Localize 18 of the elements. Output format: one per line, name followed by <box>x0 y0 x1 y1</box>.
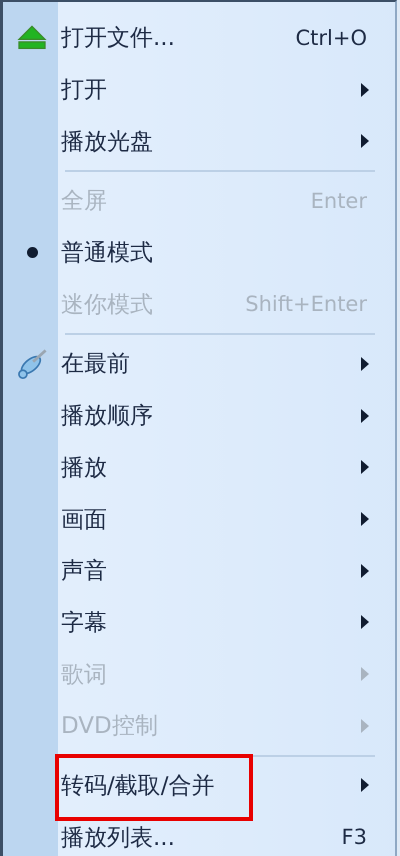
menu-item[interactable]: 播放 <box>61 452 107 483</box>
eject-icon <box>16 24 48 51</box>
shortcut-label: F3 <box>342 825 367 850</box>
menu-item[interactable]: 播放光盘 <box>61 126 153 157</box>
menu-item[interactable]: 普通模式 <box>61 237 153 268</box>
shortcut-label: Ctrl+O <box>296 26 367 50</box>
menu-item[interactable]: 转码/截取/合并 <box>61 770 214 801</box>
menu-item[interactable]: 播放列表... <box>61 822 175 853</box>
menu-item[interactable]: 播放顺序 <box>61 400 153 432</box>
menu-item[interactable]: 字幕 <box>61 606 107 638</box>
satellite-icon <box>15 346 49 381</box>
menu-item[interactable]: 画面 <box>61 504 107 535</box>
shortcut-label: Shift+Enter <box>245 292 367 316</box>
menu-item[interactable]: 声音 <box>61 555 107 586</box>
menu-item[interactable]: 打开 <box>61 74 107 106</box>
shortcut-label: Enter <box>310 188 367 213</box>
menu-item[interactable]: 在最前 <box>61 348 130 380</box>
menu-item[interactable]: 打开文件... <box>61 22 175 54</box>
